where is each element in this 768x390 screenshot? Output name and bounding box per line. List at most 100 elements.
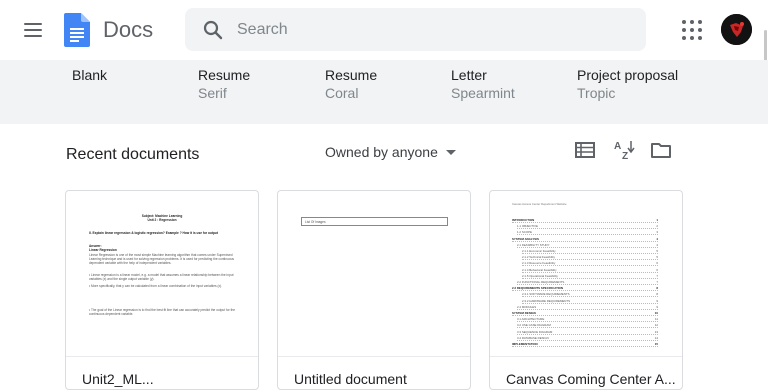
toc-entry-page: 8 — [656, 286, 658, 291]
toc-entry: 2.3.2 HARDWARE REQUIREMENTS 9 — [522, 299, 658, 304]
toc-entry: 2.1 FEASIBILITY STUDY 4 — [517, 243, 658, 248]
toc-entry: 3.1 ARCHITECTURE 11 — [517, 317, 658, 323]
template-blank[interactable]: Blank — [72, 67, 107, 85]
search-icon[interactable] — [201, 18, 225, 42]
toc-entry: IMPLEMENTATION 15 — [512, 342, 658, 348]
top-bar: Docs — [0, 0, 768, 78]
app-title[interactable]: Docs — [103, 17, 153, 43]
document-title: Untitled document — [294, 371, 407, 387]
toc-entry-page: 9 — [656, 298, 658, 303]
account-avatar[interactable] — [721, 14, 752, 45]
toc-entry-page: 11 — [654, 317, 658, 322]
toc-entry-page: 15 — [654, 342, 658, 346]
apps-grid-icon[interactable] — [680, 18, 704, 42]
toc-entry: 3.3 SEQUENCE DIAGRAM 13 — [517, 330, 658, 335]
docs-logo-icon[interactable] — [64, 13, 90, 47]
toc-entry-text: 2.1.2 Technical Feasibility — [522, 255, 555, 260]
thumb-text-box: List Of Images — [301, 217, 448, 226]
toc-entry: 2.1.4 Behavioral Feasibility 6 — [522, 268, 658, 273]
toc-entry-page: 5 — [656, 255, 658, 260]
toc-entry-page: 9 — [656, 304, 658, 309]
thumb-question: II. Explain linear regression & logistic… — [89, 231, 218, 235]
toc-entry-page: 12 — [654, 323, 658, 328]
template-subtitle: Tropic — [577, 85, 616, 101]
toc-entry-text: 3.2 USE CASE DIAGRAM — [517, 323, 551, 328]
template-name: Blank — [72, 67, 108, 83]
template-project-proposal-tropic[interactable]: Project proposal Tropic — [577, 67, 678, 101]
toc-entry-text: 1.1 OBJECTIVE — [517, 224, 538, 229]
toc-entry-page: 2 — [656, 224, 658, 229]
svg-text:Z: Z — [622, 151, 628, 162]
toc-entry-page: 14 — [654, 335, 658, 340]
owner-filter-label: Owned by anyone — [325, 144, 438, 160]
template-resume-serif[interactable]: Resume Serif — [198, 67, 250, 101]
toc-entry-page: 7 — [656, 280, 658, 284]
toc-entry: SYSTEM ANALYSIS 4 — [512, 237, 658, 242]
thumb-paragraph: Linear Regression is one of the most sim… — [89, 253, 234, 266]
toc-entry-text: 3.3 SEQUENCE DIAGRAM — [517, 329, 553, 334]
template-subtitle: Serif — [198, 85, 227, 101]
thumb-header: Canvas Access Center Department Website — [512, 202, 567, 206]
thumb-paragraph: • The goal of the Linear regression is t… — [89, 308, 235, 317]
toc-entry-text: 3.4 DATABASE DESIGN — [517, 335, 549, 340]
thumb-heading: Unit 2 : Regression — [147, 218, 177, 222]
toc-entry-text: 2.2 FUNCTIONAL REQUIREMENTS — [517, 280, 565, 284]
toc-entry-text: SYSTEM ANALYSIS — [512, 236, 539, 241]
toc-entry-text: SYSTEM DESIGN — [512, 311, 536, 315]
sort-az-icon[interactable]: A Z — [612, 138, 636, 162]
toc-entry: 2.4 MODULES 9 — [517, 305, 658, 310]
document-card-untitled[interactable]: List Of Images Untitled document — [277, 190, 471, 390]
toc-entry-text: 1.2 SCOPE — [517, 230, 532, 235]
search-bar[interactable] — [185, 8, 646, 51]
toc-entry: 2.1.2 Technical Feasibility 5 — [522, 255, 658, 261]
template-gallery: Blank Resume Serif Resume Coral Letter S… — [0, 60, 768, 124]
template-letter-spearmint[interactable]: Letter Spearmint — [451, 67, 515, 101]
folder-icon[interactable] — [650, 139, 672, 161]
toc-entry: 2.2 FUNCTIONAL REQUIREMENTS 7 — [517, 280, 658, 286]
toc-entry: 2.3.1 SOFTWARE REQUIREMENTS 8 — [522, 292, 658, 298]
toc-entry: 2.1.1 Economic Feasibility 5 — [522, 249, 658, 255]
toc-entry-page: 1 — [656, 218, 658, 222]
document-thumbnail: Canvas Access Center Department Website … — [490, 191, 682, 357]
template-name: Letter — [451, 67, 487, 83]
document-card-canvas-center[interactable]: Canvas Access Center Department Website … — [489, 190, 683, 390]
search-input[interactable] — [237, 8, 627, 51]
thumb-field-label: List Of Images — [305, 220, 326, 224]
toc-entry: 2.1.5 Operational Feasibility 7 — [522, 274, 658, 279]
main-menu-icon[interactable] — [20, 17, 46, 43]
toc-entry-text: INTRODUCTION — [512, 218, 535, 222]
toc-entry: 1.2 SCOPE 3 — [517, 230, 658, 236]
template-subtitle: Coral — [325, 85, 359, 101]
template-resume-coral[interactable]: Resume Coral — [325, 67, 377, 101]
toc-entry-text: IMPLEMENTATION — [512, 342, 538, 346]
toc-entry: 2.3 REQUIREMENTS SPECIFICATION 8 — [512, 286, 658, 292]
toc-entry-text: 2.1.5 Operational Feasibility — [522, 273, 558, 278]
thumb-paragraph: • Linear regression is a linear model, e… — [89, 273, 234, 282]
toc-entry-page: 13 — [654, 329, 658, 334]
document-card-unit2-ml[interactable]: Subject: Machine Learning Unit 2 : Regre… — [65, 190, 259, 390]
toc-entry-text: 2.1.3 Resource Feasibility — [522, 261, 556, 266]
list-view-icon[interactable] — [574, 139, 596, 161]
toc-entry: SYSTEM DESIGN 10 — [512, 311, 658, 317]
thumb-section: Linear Regression — [89, 248, 117, 252]
template-name: Project proposal — [577, 67, 679, 83]
toc-entry-text: 2.3.1 SOFTWARE REQUIREMENTS — [522, 292, 570, 297]
toc-entry: 1.1 OBJECTIVE 2 — [517, 224, 658, 230]
toc-entry-page: 5 — [656, 249, 658, 253]
toc-entry-text: 2.3 REQUIREMENTS SPECIFICATION — [512, 286, 564, 291]
recent-documents-heading: Recent documents — [66, 146, 200, 163]
document-thumbnail: List Of Images — [278, 191, 470, 357]
toc-entry-page: 7 — [656, 273, 658, 278]
toc-entry-page: 6 — [656, 267, 658, 272]
owner-filter-dropdown[interactable]: Owned by anyone — [325, 142, 456, 162]
thumb-paragraph: • More specifically, that y can be calcu… — [89, 284, 223, 288]
caret-down-icon — [445, 149, 456, 155]
toc-entry-page: 10 — [654, 311, 658, 315]
toc-entry-page: 3 — [656, 230, 658, 235]
toc-entry-page: 8 — [656, 292, 658, 297]
template-name: Resume — [325, 67, 378, 83]
toc-entry-text: 2.1 FEASIBILITY STUDY — [517, 242, 550, 247]
document-thumbnail: Subject: Machine Learning Unit 2 : Regre… — [66, 191, 258, 357]
toc-entry-page: 4 — [656, 242, 658, 247]
toc-entry: 3.4 DATABASE DESIGN 14 — [517, 336, 658, 341]
